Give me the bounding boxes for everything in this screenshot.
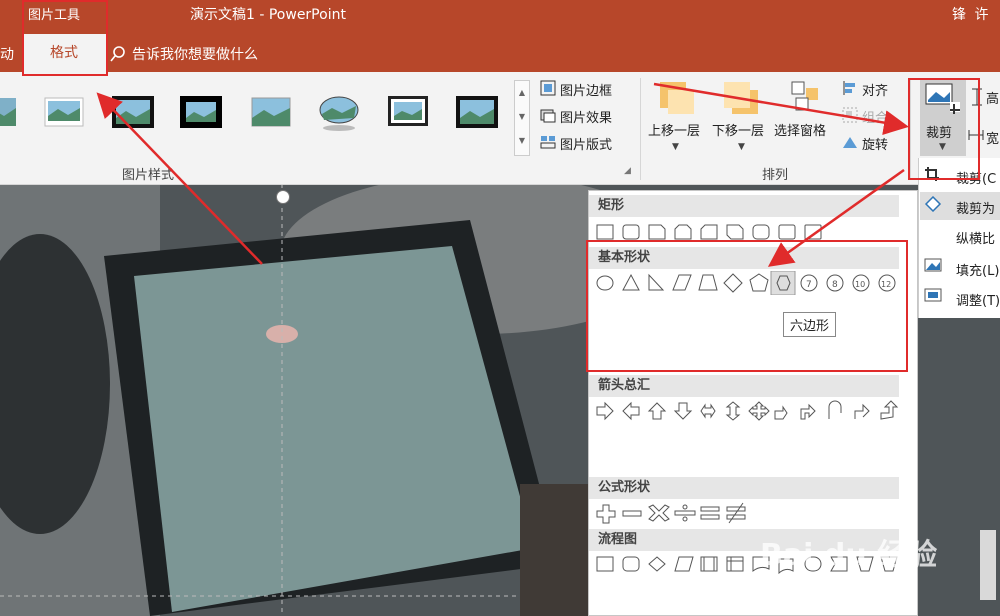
style-thumbnail[interactable] [388, 96, 430, 128]
align-icon [842, 80, 858, 100]
picture-layout-button[interactable]: 图片版式 [560, 134, 612, 153]
group-objects-icon [842, 107, 858, 127]
styles-gallery-scroll[interactable]: ▲ ▼ ▼ [514, 80, 530, 156]
panel-scrollbar[interactable] [980, 530, 996, 600]
rotate-handle[interactable] [276, 190, 290, 204]
tab-animations-partial[interactable]: 动 [0, 44, 14, 64]
style-thumbnail[interactable] [0, 96, 24, 128]
picture-layout-icon [540, 134, 556, 154]
tell-me-input[interactable]: 告诉我你想要做什么 [132, 44, 258, 64]
title-bar [0, 0, 1000, 34]
chevron-down-icon: ▼ [738, 142, 745, 152]
picture-effects-icon [540, 107, 556, 127]
crop-menu-item-aspect-ratio[interactable]: 纵横比 [956, 228, 995, 247]
category-block-arrows: 箭头总汇 [589, 375, 899, 397]
dialog-launcher-icon[interactable]: ◢ [624, 166, 631, 176]
group-objects-button[interactable]: 组合 [862, 107, 888, 126]
picture-border-button[interactable]: 图片边框 [560, 80, 612, 99]
baidu-watermark-url: jingyan.baidu.com [800, 580, 902, 593]
category-equation-shapes: 公式形状 [589, 477, 899, 499]
fit-icon [924, 288, 942, 306]
rotate-button[interactable]: 旋转 [862, 134, 888, 153]
annotation-box-format-tab [22, 0, 108, 76]
crop-menu-item-fill[interactable]: 填充(L) [956, 260, 999, 279]
baidu-watermark-logo: Bai du 经验 [760, 538, 938, 573]
category-rectangles: 矩形 [589, 195, 899, 217]
rotate-icon [842, 134, 858, 154]
crop-menu-item-fit[interactable]: 调整(T) [956, 290, 1000, 309]
selection-pane-icon [790, 80, 822, 118]
style-thumbnail[interactable] [318, 96, 360, 131]
crop-menu-item-crop-to-shape[interactable]: 裁剪为 [956, 198, 995, 217]
annotation-box-crop [908, 78, 980, 180]
picture-styles-group-label: 图片样式 [122, 168, 175, 183]
bring-forward-button[interactable]: 上移一层 [648, 120, 700, 139]
block-arrows-grid[interactable] [593, 399, 903, 423]
document-title: 演示文稿1 - PowerPoint [190, 7, 346, 23]
align-button[interactable]: 对齐 [862, 80, 888, 99]
bring-forward-icon [660, 80, 694, 120]
fill-icon [924, 258, 942, 276]
picture-border-icon [540, 80, 556, 100]
send-backward-button[interactable]: 下移一层 [712, 120, 764, 139]
annotation-box-basic-shapes [586, 240, 908, 372]
width-field-label: 宽 [986, 132, 1000, 147]
height-field-label: 高 [986, 92, 1000, 107]
search-icon [110, 46, 126, 66]
group-divider [640, 78, 641, 180]
style-thumbnail[interactable] [44, 96, 86, 128]
crop-to-shape-icon [924, 195, 942, 216]
equation-shapes-row[interactable] [593, 501, 903, 525]
style-thumbnail[interactable] [250, 96, 292, 128]
user-name[interactable]: 锋 许 [952, 4, 990, 24]
chevron-down-icon: ▼ [672, 142, 679, 152]
arrange-group-label: 排列 [762, 168, 789, 183]
selection-pane-button[interactable]: 选择窗格 [774, 120, 826, 139]
style-thumbnail[interactable] [180, 96, 222, 128]
style-thumbnail[interactable] [456, 96, 498, 128]
picture-effects-button[interactable]: 图片效果 [560, 107, 612, 126]
style-thumbnail[interactable] [112, 96, 154, 128]
send-backward-icon [724, 80, 758, 120]
hexagon-tooltip: 六边形 [783, 312, 837, 337]
